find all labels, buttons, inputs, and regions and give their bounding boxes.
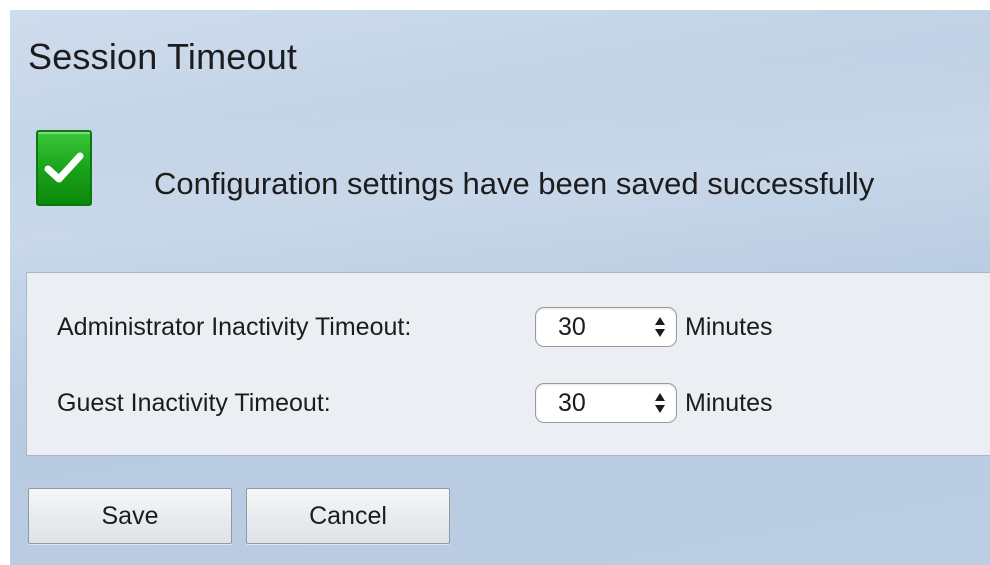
guest-timeout-label: Guest Inactivity Timeout: (57, 388, 331, 417)
admin-timeout-row: Administrator Inactivity Timeout: 30 Min… (57, 305, 773, 349)
session-timeout-page: Session Timeout Configuration settings h… (10, 10, 990, 565)
settings-panel: Administrator Inactivity Timeout: 30 Min… (26, 272, 990, 456)
admin-timeout-stepper[interactable]: 30 (535, 307, 677, 347)
page-title: Session Timeout (28, 36, 298, 77)
admin-timeout-unit: Minutes (685, 312, 773, 341)
guest-timeout-row: Guest Inactivity Timeout: 30 Minutes (57, 381, 773, 425)
up-down-arrows-icon[interactable] (654, 316, 666, 338)
success-message: Configuration settings have been saved s… (154, 166, 875, 201)
guest-timeout-value[interactable]: 30 (558, 389, 586, 418)
save-button[interactable]: Save (28, 488, 232, 544)
guest-timeout-unit: Minutes (685, 388, 773, 417)
admin-timeout-value[interactable]: 30 (558, 313, 586, 342)
cancel-button[interactable]: Cancel (246, 488, 450, 544)
success-message-row: Configuration settings have been saved s… (36, 130, 874, 206)
admin-timeout-label: Administrator Inactivity Timeout: (57, 312, 412, 341)
checkmark-icon (36, 130, 92, 206)
up-down-arrows-icon[interactable] (654, 392, 666, 414)
guest-timeout-stepper[interactable]: 30 (535, 383, 677, 423)
